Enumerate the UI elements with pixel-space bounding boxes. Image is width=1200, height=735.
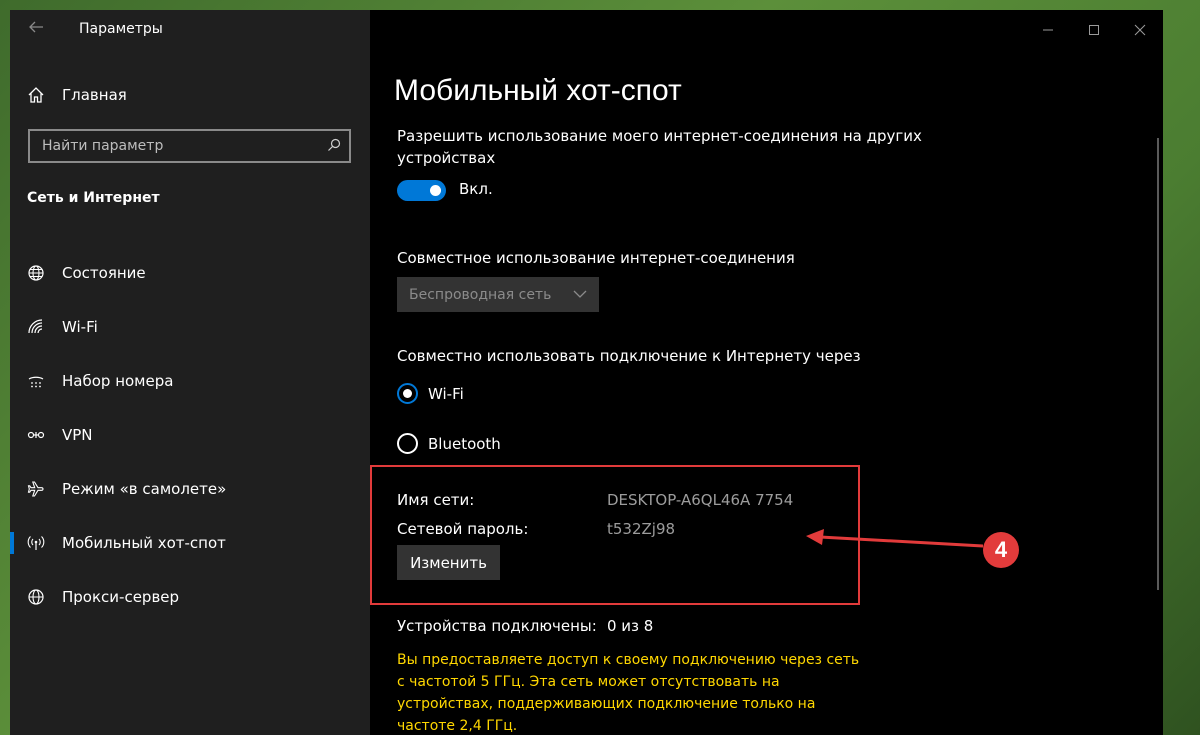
radio-bluetooth[interactable]: Bluetooth [397, 433, 501, 454]
airplane-icon [26, 479, 46, 499]
settings-window: Параметры Главная Сеть и Интернет Состоя… [10, 10, 1163, 735]
sidebar-item-label: Набор номера [62, 372, 174, 390]
radio-wifi[interactable]: Wi-Fi [397, 383, 464, 404]
devices-connected-key: Устройства подключены: [397, 617, 597, 635]
search-icon[interactable] [327, 137, 341, 156]
hotspot-toggle[interactable] [397, 180, 446, 201]
window-controls [1025, 10, 1163, 50]
sidebar-item-vpn[interactable]: VPN [10, 408, 370, 462]
sidebar-item-airplane[interactable]: Режим «в самолете» [10, 462, 370, 516]
wifi-icon [26, 317, 46, 337]
sidebar-item-label: Прокси-сервер [62, 588, 180, 606]
radio-label: Wi-Fi [428, 384, 464, 403]
network-name-value: DESKTOP-A6QL46A 7754 [607, 491, 794, 509]
share-label-line1: Разрешить использование моего интернет-с… [397, 127, 922, 145]
sidebar-item-label: Wi-Fi [62, 318, 98, 336]
band-warning-text: Вы предоставляете доступ к своему подклю… [397, 652, 860, 734]
sidebar: Параметры Главная Сеть и Интернет Состоя… [10, 10, 370, 735]
maximize-icon[interactable] [1071, 10, 1117, 50]
radio-button[interactable] [397, 383, 418, 404]
sidebar-item-label: Состояние [62, 264, 146, 282]
vpn-icon [26, 425, 46, 445]
sidebar-item-home[interactable]: Главная [10, 78, 370, 112]
title-bar: Параметры [10, 10, 370, 50]
radio-button[interactable] [397, 433, 418, 454]
share-label-line2: устройствах [397, 149, 496, 167]
toggle-knob [430, 185, 441, 196]
radio-label: Bluetooth [428, 434, 501, 453]
network-password-key: Сетевой пароль: [397, 520, 529, 538]
search-input[interactable] [42, 138, 312, 154]
network-name-key: Имя сети: [397, 491, 475, 509]
sidebar-item-proxy[interactable]: Прокси-сервер [10, 570, 370, 624]
connection-source-label: Совместное использование интернет-соедин… [397, 249, 795, 267]
change-button[interactable]: Изменить [397, 545, 500, 580]
sidebar-item-label: Режим «в самолете» [62, 480, 227, 498]
search-box[interactable] [28, 129, 351, 163]
network-password-value: t532Zj98 [607, 520, 676, 538]
sidebar-item-wifi[interactable]: Wi-Fi [10, 300, 370, 354]
globe-icon [26, 587, 46, 607]
close-icon[interactable] [1117, 10, 1163, 50]
hotspot-icon [26, 533, 46, 553]
sidebar-item-label: Главная [62, 86, 127, 104]
share-via-label: Совместно использовать подключение к Инт… [397, 347, 861, 365]
connection-dropdown[interactable]: Беспроводная сеть [397, 277, 599, 312]
sidebar-item-label: VPN [62, 426, 93, 444]
toggle-state-label: Вкл. [459, 180, 493, 198]
nav-list: Состояние Wi-Fi Набор номера VPN Режим «… [10, 246, 370, 624]
devices-connected-value: 0 из 8 [607, 617, 654, 635]
sidebar-item-label: Мобильный хот-спот [62, 534, 226, 552]
sidebar-item-hotspot[interactable]: Мобильный хот-спот [10, 516, 370, 570]
share-connection-label: Разрешить использование моего интернет-с… [397, 125, 922, 169]
dialup-icon [26, 371, 46, 391]
main-content: Мобильный хот-спот Разрешить использован… [370, 10, 1163, 735]
minimize-icon[interactable] [1025, 10, 1071, 50]
chevron-down-icon [573, 287, 587, 303]
home-icon [26, 85, 46, 105]
sidebar-item-status[interactable]: Состояние [10, 246, 370, 300]
dropdown-value: Беспроводная сеть [409, 286, 552, 303]
page-title: Мобильный хот-спот [394, 74, 682, 107]
sidebar-item-dialup[interactable]: Набор номера [10, 354, 370, 408]
section-title: Сеть и Интернет [27, 190, 160, 206]
scrollbar[interactable] [1157, 138, 1159, 590]
back-arrow-icon[interactable] [24, 18, 48, 42]
globe-status-icon [26, 263, 46, 283]
app-title: Параметры [79, 21, 163, 37]
annotation-badge: 4 [983, 532, 1019, 568]
